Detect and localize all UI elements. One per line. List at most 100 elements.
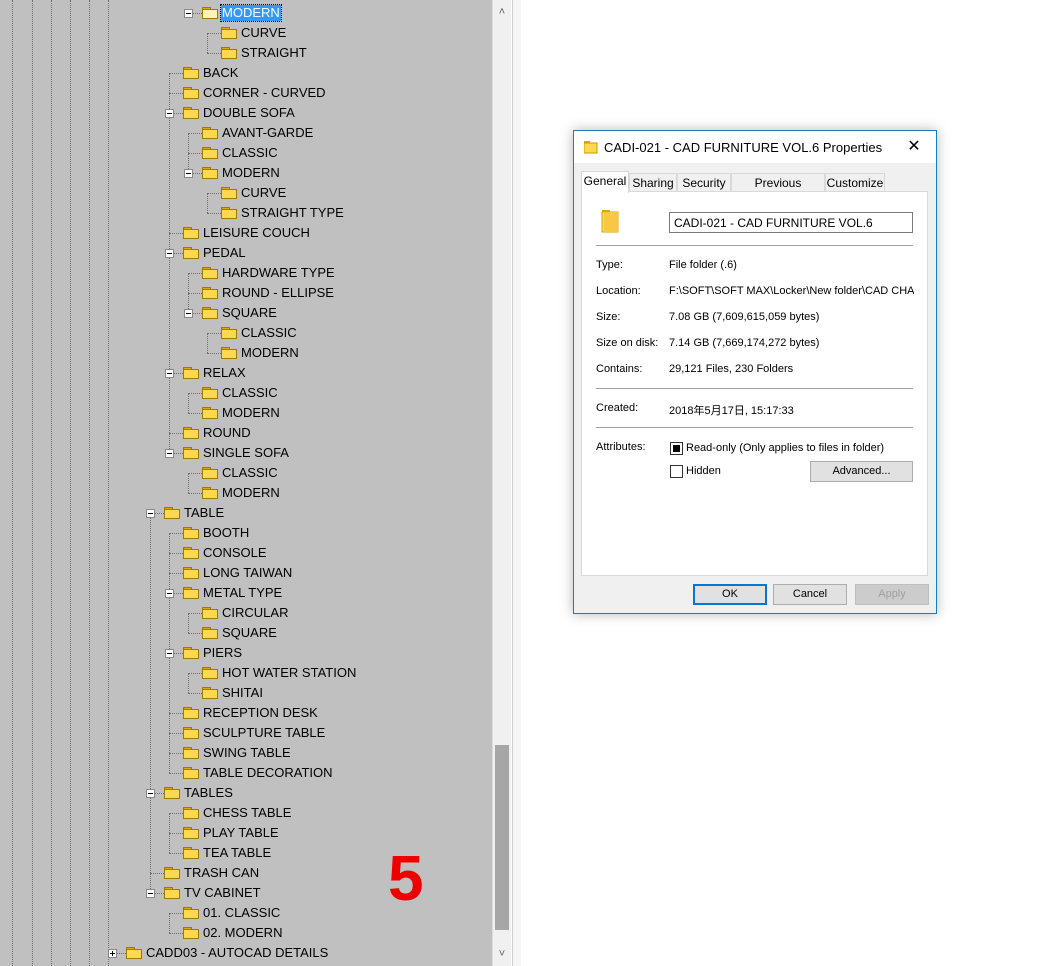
tree-node-label: TEA TABLE <box>203 845 272 860</box>
tree-node[interactable]: CIRCULAR <box>0 603 490 623</box>
scroll-thumb[interactable] <box>495 745 509 930</box>
dialog-titlebar[interactable]: CADI-021 - CAD FURNITURE VOL.6 Propertie… <box>574 131 936 163</box>
tree-node[interactable]: BOOTH <box>0 523 490 543</box>
general-panel: CADI-021 - CAD FURNITURE VOL.6 Type: Fil… <box>581 191 928 576</box>
tree-node-label: SWING TABLE <box>203 745 291 760</box>
tab-previous-versions[interactable]: Previous Versions <box>731 173 825 208</box>
tree-node[interactable]: RELAX <box>0 363 490 383</box>
tree-node[interactable]: STRAIGHT TYPE <box>0 203 490 223</box>
tree-node[interactable]: CHESS TABLE <box>0 803 490 823</box>
tree-node[interactable]: METAL TYPE <box>0 583 490 603</box>
folder-icon <box>202 667 218 679</box>
folder-icon <box>221 207 237 219</box>
collapse-icon[interactable] <box>146 509 155 518</box>
apply-button[interactable]: Apply <box>855 584 929 605</box>
tree-node[interactable]: PIERS <box>0 643 490 663</box>
tree-node[interactable]: LEISURE COUCH <box>0 223 490 243</box>
tree-node-label: HARDWARE TYPE <box>222 265 335 280</box>
scroll-down-arrow-icon[interactable]: ˅ <box>493 944 511 964</box>
tree-node[interactable]: MODERN <box>0 403 490 423</box>
expand-icon[interactable] <box>108 949 117 958</box>
collapse-icon[interactable] <box>146 789 155 798</box>
tree-node[interactable]: ROUND <box>0 423 490 443</box>
tree-node[interactable]: SQUARE <box>0 303 490 323</box>
tree-node-label: ROUND - ELLIPSE <box>222 285 334 300</box>
collapse-icon[interactable] <box>165 649 174 658</box>
tree-branch-line <box>188 473 202 474</box>
tree-vertical-scrollbar[interactable]: ˄ ˅ <box>492 0 511 966</box>
tree-node[interactable]: TABLE <box>0 503 490 523</box>
scroll-up-arrow-icon[interactable]: ˄ <box>493 2 511 22</box>
collapse-icon[interactable] <box>184 309 193 318</box>
tree-node[interactable]: AVANT-GARDE <box>0 123 490 143</box>
collapse-icon[interactable] <box>165 249 174 258</box>
readonly-checkbox[interactable] <box>670 442 683 455</box>
folder-icon <box>221 47 237 59</box>
cancel-button[interactable]: Cancel <box>773 584 847 605</box>
folder-icon <box>202 287 218 299</box>
tree-node[interactable]: HOT WATER STATION <box>0 663 490 683</box>
collapse-icon[interactable] <box>184 169 193 178</box>
tree-node-label: MODERN <box>222 165 280 180</box>
tree-node[interactable]: RECEPTION DESK <box>0 703 490 723</box>
tree-node[interactable]: LONG TAIWAN <box>0 563 490 583</box>
hidden-checkbox[interactable] <box>670 465 683 478</box>
tree-node[interactable]: MODERN <box>0 3 490 23</box>
tab-sharing[interactable]: Sharing <box>629 173 677 192</box>
tree-node[interactable]: TABLE DECORATION <box>0 763 490 783</box>
tree-node[interactable]: CLASSIC <box>0 323 490 343</box>
folder-icon <box>183 567 199 579</box>
tree-node[interactable]: 02. MODERN <box>0 923 490 943</box>
tree-node[interactable]: SINGLE SOFA <box>0 443 490 463</box>
tree-node-label: ROUND <box>203 425 251 440</box>
tree-node[interactable]: CLASSIC <box>0 383 490 403</box>
tree-node-label: STRAIGHT TYPE <box>241 205 344 220</box>
collapse-icon[interactable] <box>165 449 174 458</box>
tree-branch-line <box>207 213 221 214</box>
collapse-icon[interactable] <box>184 9 193 18</box>
tab-general[interactable]: General <box>581 171 629 193</box>
tree-branch-line <box>188 413 202 414</box>
collapse-icon[interactable] <box>146 889 155 898</box>
tree-node[interactable]: SQUARE <box>0 623 490 643</box>
close-button[interactable]: ✕ <box>892 131 936 163</box>
tree-node[interactable]: HARDWARE TYPE <box>0 263 490 283</box>
tree-node[interactable]: MODERN <box>0 343 490 363</box>
folder-icon <box>202 167 218 179</box>
tree-node[interactable]: CLASSIC <box>0 143 490 163</box>
collapse-icon[interactable] <box>165 109 174 118</box>
tree-node-label: MODERN <box>222 405 280 420</box>
tree-node-label: AVANT-GARDE <box>222 125 314 140</box>
advanced-button[interactable]: Advanced... <box>810 461 913 482</box>
tree-node[interactable]: CADD03 - AUTOCAD DETAILS <box>0 943 490 963</box>
tree-node[interactable]: SHITAI <box>0 683 490 703</box>
tab-customize[interactable]: Customize <box>825 173 885 192</box>
tree-node[interactable]: CLASSIC <box>0 463 490 483</box>
tree-node[interactable]: CORNER - CURVED <box>0 83 490 103</box>
tree-branch-line <box>169 553 183 554</box>
ok-button[interactable]: OK <box>693 584 767 605</box>
tab-security[interactable]: Security <box>677 173 731 192</box>
tree-node[interactable]: CURVE <box>0 183 490 203</box>
tree-node[interactable]: SCULPTURE TABLE <box>0 723 490 743</box>
dialog-title: CADI-021 - CAD FURNITURE VOL.6 Propertie… <box>604 140 883 155</box>
tree-node[interactable]: SWING TABLE <box>0 743 490 763</box>
tree-node[interactable]: MODERN <box>0 483 490 503</box>
folder-icon <box>202 467 218 479</box>
tree-node[interactable]: DOUBLE SOFA <box>0 103 490 123</box>
tree-node[interactable]: BACK <box>0 63 490 83</box>
tree-node[interactable]: CONSOLE <box>0 543 490 563</box>
tree-node[interactable]: MODERN <box>0 163 490 183</box>
tree-node[interactable]: STRAIGHT <box>0 43 490 63</box>
tree-node-label: CORNER - CURVED <box>203 85 326 100</box>
tree-node[interactable]: ROUND - ELLIPSE <box>0 283 490 303</box>
pane-splitter[interactable] <box>512 0 521 966</box>
folder-icon <box>183 727 199 739</box>
collapse-icon[interactable] <box>165 369 174 378</box>
tree-branch-line <box>169 73 183 74</box>
tree-node[interactable]: TABLES <box>0 783 490 803</box>
tree-node[interactable]: CURVE <box>0 23 490 43</box>
collapse-icon[interactable] <box>165 589 174 598</box>
folder-name-field[interactable]: CADI-021 - CAD FURNITURE VOL.6 <box>669 212 913 233</box>
tree-node[interactable]: PEDAL <box>0 243 490 263</box>
